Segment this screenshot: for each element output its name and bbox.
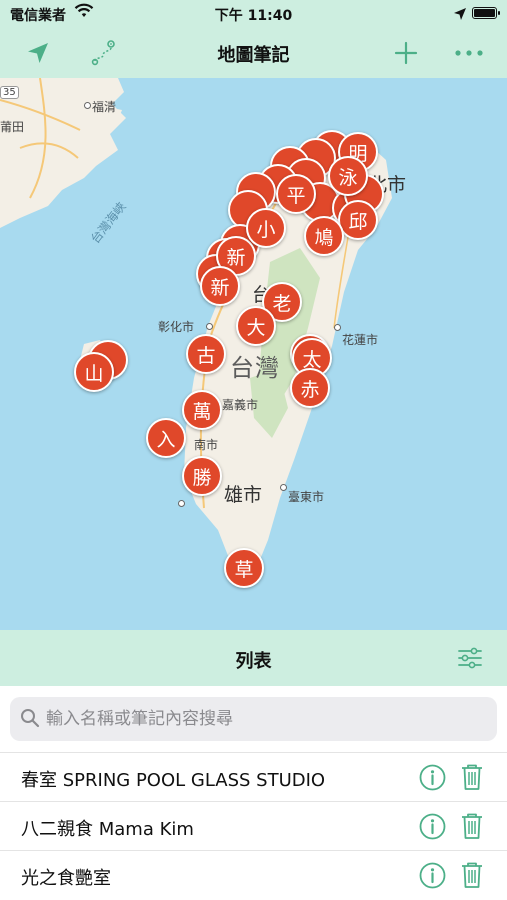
map-pin[interactable]: 入: [146, 418, 186, 458]
list-item[interactable]: 春室 SPRING POOL GLASS STUDIO: [0, 752, 507, 801]
map-pin[interactable]: 勝: [182, 456, 222, 496]
map-pin[interactable]: 邱: [338, 200, 378, 240]
trash-icon[interactable]: [460, 861, 484, 889]
map-pin[interactable]: 萬: [182, 390, 222, 430]
map-label-putian: 莆田: [0, 120, 25, 134]
map-pin[interactable]: 大: [236, 306, 276, 346]
map-pin[interactable]: 平: [276, 174, 316, 214]
search-bar: [10, 697, 497, 741]
more-button[interactable]: [453, 38, 485, 68]
more-icon: [455, 50, 483, 56]
page-title: 地圖筆記: [217, 45, 290, 66]
map-pin[interactable]: 泳: [328, 156, 368, 196]
filter-button[interactable]: [456, 646, 484, 670]
trash-icon[interactable]: [460, 763, 484, 791]
status-bar: 電信業者 下午 11:40: [0, 0, 507, 28]
map-view[interactable]: 福清 莆田 35 台灣海峽 北市 台中 彰化市 花蓮市 台灣 嘉義市 南市 雄市…: [0, 78, 507, 630]
map-label-chiayi: 嘉義市: [222, 398, 259, 412]
map-pin[interactable]: 山: [74, 352, 114, 392]
sliders-icon: [458, 647, 482, 669]
navigation-bar: 地圖筆記: [0, 28, 507, 78]
notes-list: 春室 SPRING POOL GLASS STUDIO 八二親食 Mama Ki…: [0, 752, 507, 899]
info-icon[interactable]: [419, 813, 446, 840]
list-item-name: 光之食艷室: [21, 868, 111, 889]
list-item-name: 八二親食 Mama Kim: [21, 819, 194, 840]
list-title: 列表: [235, 651, 272, 672]
road-shield: 35: [0, 86, 19, 99]
map-pin[interactable]: 赤: [290, 368, 330, 408]
plus-icon: [394, 41, 418, 65]
list-item-name: 春室 SPRING POOL GLASS STUDIO: [21, 770, 326, 791]
info-icon[interactable]: [419, 862, 446, 889]
city-dot: [206, 323, 213, 330]
location-services-icon: [453, 6, 467, 25]
map-label-tainan: 南市: [194, 438, 219, 452]
city-dot: [334, 324, 341, 331]
search-icon: [20, 708, 40, 732]
status-time: 下午 11:40: [214, 8, 293, 24]
map-label-fuqing: 福清: [92, 100, 117, 114]
map-pin[interactable]: 鳩: [304, 216, 344, 256]
map-label-taiwan: 台灣: [230, 354, 280, 382]
map-pin[interactable]: 草: [224, 548, 264, 588]
list-item[interactable]: 八二親食 Mama Kim: [0, 801, 507, 850]
city-dot: [178, 500, 185, 507]
info-icon[interactable]: [419, 764, 446, 791]
list-item[interactable]: 光之食艷室: [0, 850, 507, 899]
city-dot: [280, 484, 287, 491]
list-header: 列表: [0, 630, 507, 686]
search-input[interactable]: [46, 697, 486, 741]
battery-icon: [472, 7, 500, 19]
trash-icon[interactable]: [460, 812, 484, 840]
map-label-taitung: 臺東市: [288, 490, 325, 504]
add-button[interactable]: [390, 38, 422, 68]
map-pin[interactable]: 新: [200, 266, 240, 306]
map-label-hualien: 花蓮市: [342, 333, 379, 347]
map-pin[interactable]: 古: [186, 334, 226, 374]
city-dot: [84, 102, 91, 109]
map-label-changhua: 彰化市: [158, 320, 195, 334]
map-label-kaohsiung: 雄市: [224, 484, 263, 506]
map-pin[interactable]: 小: [246, 208, 286, 248]
